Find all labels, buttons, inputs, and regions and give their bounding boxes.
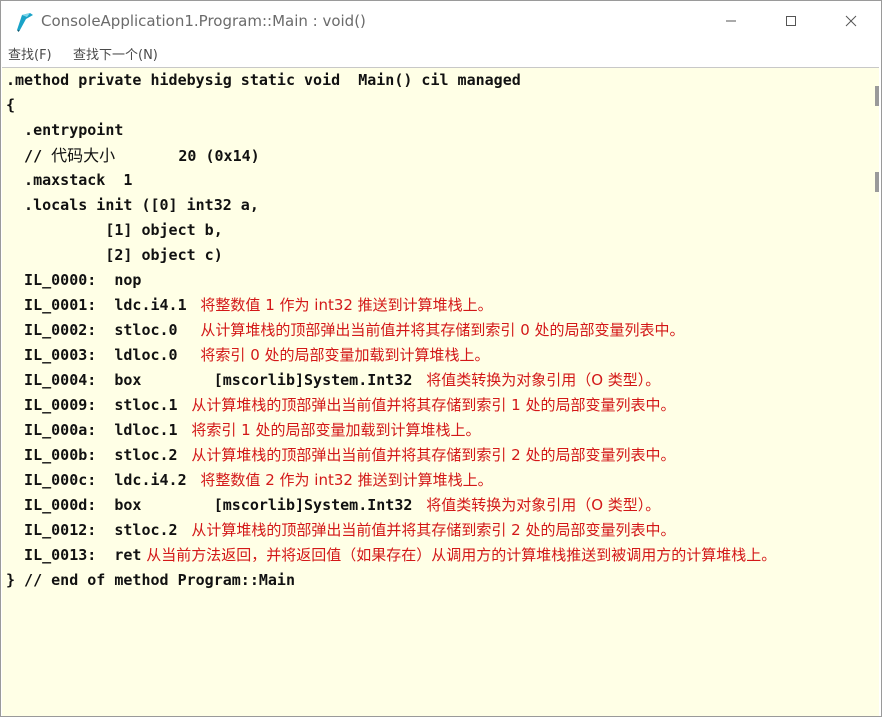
maximize-button[interactable] xyxy=(761,1,821,41)
instruction-code: IL_0003: ldloc.0 xyxy=(6,346,196,364)
title-bar[interactable]: ConsoleApplication1.Program::Main : void… xyxy=(1,1,881,41)
menu-bar: 查找(F) 查找下一个(N) xyxy=(1,41,881,65)
instruction-line: IL_0013: ret 从当前方法返回，并将返回值（如果存在）从调用方的计算堆… xyxy=(6,543,776,568)
instruction-comment: 从计算堆栈的顶部弹出当前值并将其存储到索引 2 处的局部变量列表中。 xyxy=(186,446,676,464)
instruction-line: IL_0003: ldloc.0 将索引 0 处的局部变量加载到计算堆栈上。 xyxy=(6,343,490,368)
method-header-line: .method private hidebysig static void Ma… xyxy=(6,71,521,89)
instruction-comment: 从计算堆栈的顶部弹出当前值并将其存储到索引 0 处的局部变量列表中。 xyxy=(195,321,685,339)
instruction-comment: 将值类转换为对象引用（O 类型）。 xyxy=(421,496,661,514)
close-icon xyxy=(845,15,857,27)
close-button[interactable] xyxy=(821,1,881,41)
instruction-line: IL_000a: ldloc.1 将索引 1 处的局部变量加载到计算堆栈上。 xyxy=(6,418,480,443)
menu-find-next[interactable]: 查找下一个(N) xyxy=(73,44,158,63)
instruction-comment: 将整数值 1 作为 int32 推送到计算堆栈上。 xyxy=(195,296,493,314)
minimize-icon xyxy=(726,20,736,22)
minimize-button[interactable] xyxy=(701,1,761,41)
instruction-comment: 从当前方法返回，并将返回值（如果存在）从调用方的计算堆栈推送到被调用方的计算堆栈… xyxy=(141,546,777,564)
instruction-line: IL_0012: stloc.2 从计算堆栈的顶部弹出当前值并将其存储到索引 2… xyxy=(6,518,675,543)
instruction-code: IL_000b: stloc.2 xyxy=(6,446,187,464)
entrypoint-line: .entrypoint xyxy=(6,121,124,139)
ildasm-window: ConsoleApplication1.Program::Main : void… xyxy=(0,0,882,717)
instruction-line: IL_0004: box [mscorlib]System.Int32 将值类转… xyxy=(6,368,660,393)
open-brace-line: { xyxy=(6,96,16,114)
instruction-code: IL_0012: stloc.2 xyxy=(6,521,187,539)
instruction-line: IL_0002: stloc.0 从计算堆栈的顶部弹出当前值并将其存储到索引 0… xyxy=(6,318,685,343)
instruction-comment: 从计算堆栈的顶部弹出当前值并将其存储到索引 1 处的局部变量列表中。 xyxy=(186,396,676,414)
instruction-comment: 将索引 0 处的局部变量加载到计算堆栈上。 xyxy=(195,346,490,364)
instruction-code: IL_0009: stloc.1 xyxy=(6,396,187,414)
instruction-code: IL_000d: box [mscorlib]System.Int32 xyxy=(6,496,422,514)
instruction-code: IL_0002: stloc.0 xyxy=(6,321,196,339)
instruction-code: IL_0000: nop xyxy=(6,271,142,289)
instruction-comment: 将值类转换为对象引用（O 类型）。 xyxy=(421,371,661,389)
codesize-value: 20 (0x14) xyxy=(115,147,260,165)
il-code-view[interactable]: .method private hidebysig static void Ma… xyxy=(2,67,879,716)
instruction-line: IL_0000: nop xyxy=(6,268,141,293)
window-title: ConsoleApplication1.Program::Main : void… xyxy=(41,12,366,30)
instruction-code: IL_000a: ldloc.1 xyxy=(6,421,187,439)
codesize-line: // 代码大小 20 (0x14) xyxy=(6,143,260,168)
locals-line: .locals init ([0] int32 a, xyxy=(6,196,259,214)
instruction-comment: 将整数值 2 作为 int32 推送到计算堆栈上。 xyxy=(195,471,493,489)
instruction-line: IL_0009: stloc.1 从计算堆栈的顶部弹出当前值并将其存储到索引 1… xyxy=(6,393,675,418)
maxstack-line: .maxstack 1 xyxy=(6,171,133,189)
instruction-code: IL_0001: ldc.i4.1 xyxy=(6,296,196,314)
instruction-line: IL_000c: ldc.i4.2 将整数值 2 作为 int32 推送到计算堆… xyxy=(6,468,493,493)
maximize-icon xyxy=(786,16,796,26)
instruction-comment: 将索引 1 处的局部变量加载到计算堆栈上。 xyxy=(186,421,481,439)
menu-find[interactable]: 查找(F) xyxy=(8,44,52,63)
instruction-code: IL_000c: ldc.i4.2 xyxy=(6,471,196,489)
instruction-line: IL_000b: stloc.2 从计算堆栈的顶部弹出当前值并将其存储到索引 2… xyxy=(6,443,675,468)
locals-line: [1] object b, xyxy=(6,221,223,239)
codesize-prefix: // xyxy=(6,147,52,165)
scroll-marker xyxy=(875,86,879,106)
instruction-code: IL_0013: ret xyxy=(6,546,142,564)
instruction-comment: 从计算堆栈的顶部弹出当前值并将其存储到索引 2 处的局部变量列表中。 xyxy=(186,521,676,539)
locals-line: [2] object c) xyxy=(6,246,223,264)
codesize-label: 代码大小 xyxy=(51,146,116,165)
ildasm-app-icon xyxy=(13,11,35,33)
instruction-line: IL_000d: box [mscorlib]System.Int32 将值类转… xyxy=(6,493,660,518)
scroll-marker xyxy=(875,172,879,192)
instruction-line: IL_0001: ldc.i4.1 将整数值 1 作为 int32 推送到计算堆… xyxy=(6,293,493,318)
method-footer-line: } // end of method Program::Main xyxy=(6,571,295,589)
instruction-code: IL_0004: box [mscorlib]System.Int32 xyxy=(6,371,422,389)
